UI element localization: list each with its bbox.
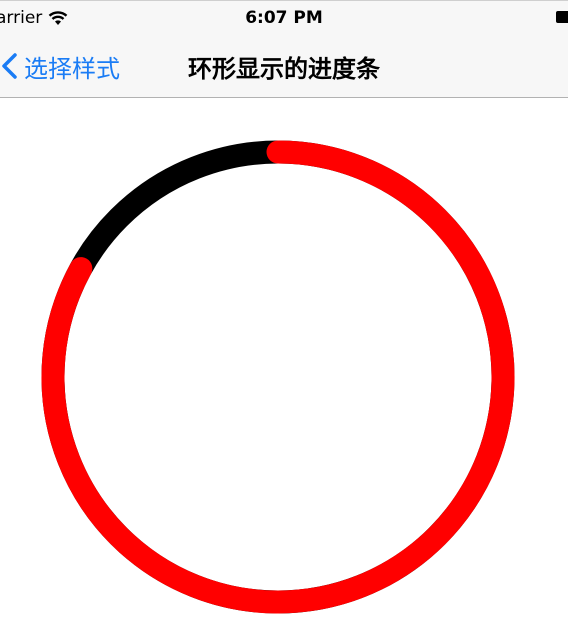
status-time: 6:07 PM	[245, 8, 323, 28]
content-area	[0, 98, 568, 638]
status-bar: arrier 6:07 PM	[0, 0, 568, 36]
circular-progress-bar	[41, 140, 515, 614]
page-title: 环形显示的进度条	[188, 54, 380, 83]
navigation-bar: 选择样式 环形显示的进度条	[0, 36, 568, 98]
battery-icon	[556, 11, 568, 23]
